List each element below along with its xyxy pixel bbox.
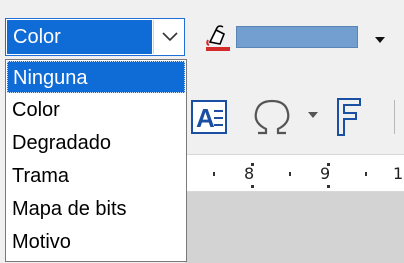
special-character-dropdown-arrow[interactable] bbox=[306, 108, 320, 122]
omega-icon[interactable] bbox=[248, 93, 296, 141]
text-frame-icon[interactable]: A bbox=[190, 97, 230, 137]
dropdown-option-mapa-de-bits[interactable]: Mapa de bits bbox=[7, 193, 185, 225]
ruler-tick bbox=[289, 172, 291, 176]
ruler-number: 8 bbox=[244, 164, 255, 183]
fill-style-combobox[interactable]: Color bbox=[5, 18, 185, 56]
svg-text:A: A bbox=[196, 103, 215, 133]
ruler-marker bbox=[327, 185, 330, 188]
ruler-number: 1 bbox=[393, 164, 404, 183]
combobox-dropdown-button[interactable] bbox=[153, 20, 184, 54]
caret-down-icon bbox=[375, 37, 385, 43]
dropdown-option-color[interactable]: Color bbox=[7, 94, 185, 126]
dropdown-option-degradado[interactable]: Degradado bbox=[7, 127, 185, 159]
fontwork-icon[interactable] bbox=[330, 93, 370, 141]
dropdown-option-trama[interactable]: Trama bbox=[7, 160, 185, 192]
fill-color-bucket-icon[interactable] bbox=[204, 22, 234, 52]
fill-color-swatch[interactable] bbox=[236, 26, 358, 48]
fill-style-dropdown-list[interactable]: Ninguna Color Degradado Trama Mapa de bi… bbox=[5, 59, 187, 262]
ruler-tick bbox=[213, 172, 215, 176]
ruler-tick bbox=[365, 172, 367, 176]
dropdown-option-motivo[interactable]: Motivo bbox=[7, 226, 185, 258]
document-workspace bbox=[185, 192, 404, 263]
fill-style-selected-value[interactable]: Color bbox=[7, 20, 152, 54]
horizontal-ruler[interactable]: 8 9 1 bbox=[185, 154, 404, 192]
chevron-down-icon bbox=[162, 32, 178, 42]
dropdown-option-ninguna[interactable]: Ninguna bbox=[7, 61, 185, 93]
caret-down-icon bbox=[308, 112, 318, 118]
fill-color-dropdown-arrow[interactable] bbox=[372, 32, 388, 48]
ruler-marker bbox=[251, 185, 254, 188]
ruler-number: 9 bbox=[320, 164, 331, 183]
toolbar-separator bbox=[394, 100, 395, 134]
